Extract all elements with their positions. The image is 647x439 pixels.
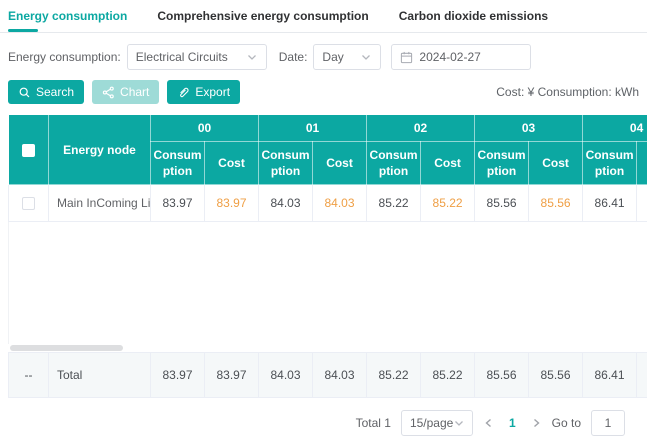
units-note: Cost: ¥ Consumption: kWh: [496, 85, 639, 99]
consumption-value: 85.22: [367, 185, 421, 222]
cost-value: 85.56: [529, 185, 583, 222]
next-page-button[interactable]: [530, 417, 542, 429]
total-cost-value: 84.03: [313, 353, 367, 398]
tab-comprehensive-energy-consumption[interactable]: Comprehensive energy consumption: [157, 0, 368, 32]
export-button[interactable]: Export: [167, 80, 240, 104]
table-row: Main InComing Lin... 83.97 83.97 84.03 8…: [9, 185, 647, 222]
toolbar: Search Chart Export Cost: ¥ Consumption:…: [8, 80, 639, 104]
chevron-left-icon: [483, 417, 495, 429]
select-all-cell: [9, 115, 49, 185]
export-button-label: Export: [195, 85, 230, 99]
date-label: Date:: [279, 50, 308, 64]
hour-group-04: 04: [583, 115, 647, 142]
prev-page-button[interactable]: [483, 417, 495, 429]
total-consumption-value: 84.03: [259, 353, 313, 398]
total-row: -- Total 83.97 83.97 84.03 84.03 85.22 8…: [9, 353, 647, 398]
consumption-subheader: Consumption: [367, 142, 421, 185]
date-value: 2024-02-27: [419, 50, 480, 64]
cost-subheader: Cost: [529, 142, 583, 185]
energy-type-select[interactable]: Electrical Circuits: [127, 44, 267, 70]
hour-group-00: 00: [151, 115, 259, 142]
total-row-label: Total: [49, 353, 151, 398]
cost-subheader: Cost: [205, 142, 259, 185]
energy-consumption-label: Energy consumption:: [8, 50, 121, 64]
tab-energy-consumption[interactable]: Energy consumption: [8, 0, 127, 32]
consumption-subheader: Consumption: [475, 142, 529, 185]
energy-table: Energy node 00 01 02 03 04 Consumption C…: [8, 114, 647, 398]
hour-group-02: 02: [367, 115, 475, 142]
total-cost-value: 85.56: [529, 353, 583, 398]
cost-subheader: Cost: [421, 142, 475, 185]
hour-group-01: 01: [259, 115, 367, 142]
energy-type-value: Electrical Circuits: [136, 50, 228, 64]
total-consumption-value: 83.97: [151, 353, 205, 398]
hour-group-03: 03: [475, 115, 583, 142]
chart-button-label: Chart: [120, 85, 149, 99]
tab-label: Carbon dioxide emissions: [399, 9, 548, 23]
calendar-icon: [400, 51, 413, 64]
search-icon: [18, 86, 31, 99]
page-number-1[interactable]: 1: [505, 416, 520, 430]
paperclip-icon: [177, 86, 190, 99]
horizontal-scrollbar-thumb[interactable]: [10, 345, 123, 351]
tab-label: Energy consumption: [8, 9, 127, 23]
pagination-total: Total 1: [356, 416, 391, 430]
cost-subheader: Cost: [313, 142, 367, 185]
consumption-value: 83.97: [151, 185, 205, 222]
table-body-empty-area: [8, 222, 647, 344]
filter-bar: Energy consumption: Electrical Circuits …: [8, 44, 639, 70]
page-size-select[interactable]: 15/page: [401, 410, 473, 436]
cost-value: 84.03: [313, 185, 367, 222]
goto-page-input[interactable]: [591, 410, 625, 436]
total-consumption-value: 85.22: [367, 353, 421, 398]
chevron-down-icon: [453, 417, 465, 429]
date-granularity-value: Day: [322, 50, 343, 64]
chart-share-icon: [102, 86, 115, 99]
consumption-value: 86.41: [583, 185, 637, 222]
date-granularity-select[interactable]: Day: [313, 44, 381, 70]
tab-bar: Energy consumption Comprehensive energy …: [0, 0, 647, 33]
consumption-value: 85.56: [475, 185, 529, 222]
energy-node-name: Main InComing Lin...: [49, 185, 151, 222]
horizontal-scrollbar-track: [8, 344, 647, 352]
goto-label: Go to: [552, 416, 581, 430]
consumption-subheader: Consumption: [259, 142, 313, 185]
cost-value: 85.22: [421, 185, 475, 222]
chevron-right-icon: [530, 417, 542, 429]
cost-value: 83.97: [205, 185, 259, 222]
chevron-down-icon: [246, 51, 258, 63]
total-cost-value: 85.22: [421, 353, 475, 398]
chevron-down-icon: [360, 51, 372, 63]
cost-subheader: Cost: [637, 142, 647, 185]
total-cost-value: 83.97: [205, 353, 259, 398]
tab-label: Comprehensive energy consumption: [157, 9, 368, 23]
total-consumption-value: 85.56: [475, 353, 529, 398]
total-row-mark: --: [9, 353, 49, 398]
total-consumption-value: 86.41: [583, 353, 637, 398]
search-button[interactable]: Search: [8, 80, 84, 104]
total-cost-value: [637, 353, 647, 398]
select-all-checkbox[interactable]: [22, 144, 35, 157]
chart-button[interactable]: Chart: [92, 80, 159, 104]
row-checkbox[interactable]: [22, 197, 35, 210]
energy-consumption-panel: Energy consumption Comprehensive energy …: [0, 0, 647, 439]
consumption-value: 84.03: [259, 185, 313, 222]
consumption-subheader: Consumption: [583, 142, 637, 185]
pagination-bar: Total 1 15/page 1 Go to: [0, 410, 647, 436]
cost-value: [637, 185, 647, 222]
consumption-subheader: Consumption: [151, 142, 205, 185]
date-picker[interactable]: 2024-02-27: [391, 44, 531, 70]
search-button-label: Search: [36, 85, 74, 99]
tab-carbon-dioxide-emissions[interactable]: Carbon dioxide emissions: [399, 0, 548, 32]
page-size-value: 15/page: [410, 416, 453, 430]
energy-node-header: Energy node: [49, 115, 151, 185]
row-select-cell: [9, 185, 49, 222]
